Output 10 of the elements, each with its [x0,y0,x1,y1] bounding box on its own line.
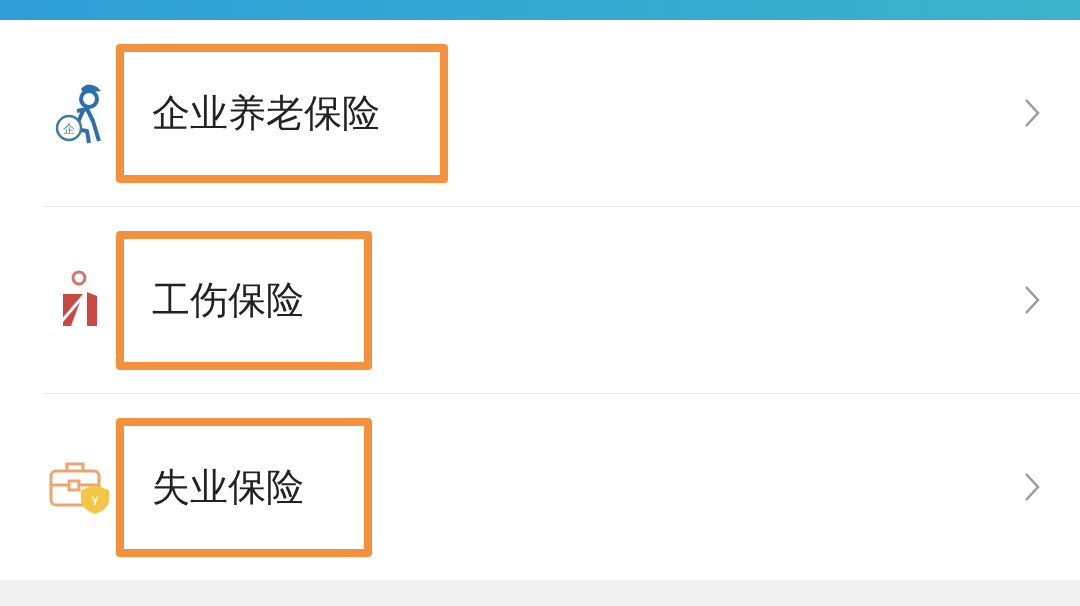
elderly-person-icon [55,84,101,145]
chevron-right-icon[interactable] [1024,98,1040,128]
yen-glyph: ¥ [90,493,100,508]
briefcase-shield-icon [49,462,109,514]
menu-item-label[interactable]: 失业保险 [116,417,372,557]
menu-item-label[interactable]: 企业养老保险 [116,43,448,183]
menu-item-label[interactable]: 工伤保险 [116,230,372,370]
chevron-right-icon[interactable] [1024,472,1040,502]
chevron-right-icon[interactable] [1024,285,1040,315]
coin-glyph: 企 [63,122,75,136]
